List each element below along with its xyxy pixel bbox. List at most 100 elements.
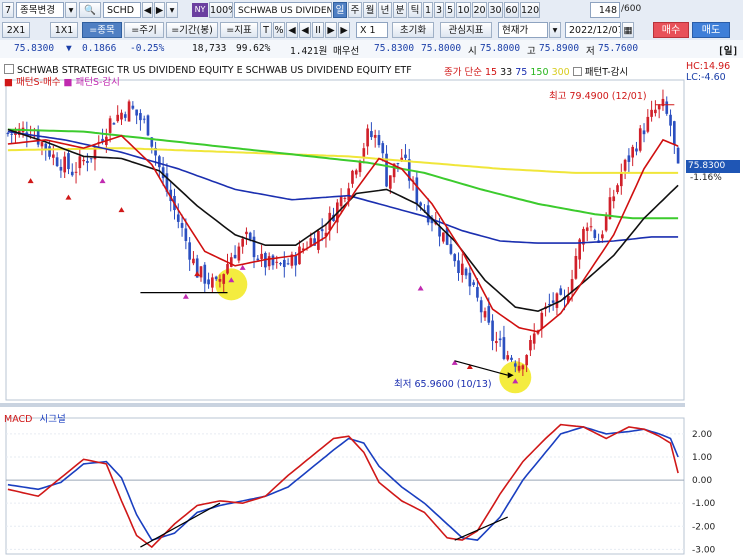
candle-body — [468, 272, 472, 287]
multiplier-select[interactable]: X 1 — [356, 22, 388, 38]
last-price-badge: 75.8300 — [686, 160, 740, 173]
chart-toolbar: 7 종목변경 ▾ 🔍 SCHD ◀ ▶ ▾ NY 100% SCHWAB US … — [0, 0, 743, 41]
date-input[interactable]: 2022/12/07 — [565, 22, 621, 38]
nav-next-button[interactable]: ▶ — [154, 2, 165, 18]
candle-body — [517, 365, 521, 371]
turnover: 1.421원 — [290, 46, 328, 57]
candle-body — [415, 177, 419, 204]
candle-body — [226, 264, 229, 274]
period-day[interactable]: 일 — [333, 2, 347, 18]
toolbar-row-1: 7 종목변경 ▾ 🔍 SCHD ◀ ▶ ▾ NY 100% SCHWAB US … — [0, 0, 743, 20]
scroll-back-button[interactable]: ◀ — [299, 22, 311, 38]
pause-button[interactable]: II — [312, 22, 324, 38]
sell-button[interactable]: 매도 — [692, 22, 730, 38]
candle-body — [601, 234, 604, 239]
scroll-start-button[interactable]: ◀ — [286, 22, 298, 38]
candle-body — [282, 259, 286, 268]
range-button[interactable]: =기간(봉) — [166, 22, 218, 38]
interest-indicator-button[interactable]: 관심지표 — [440, 22, 492, 38]
down-arrow-icon: ▼ — [66, 43, 72, 54]
macd-plot-frame — [5, 417, 685, 555]
signal-legend-label: 시그널 — [39, 414, 66, 425]
item-button[interactable]: =종목 — [82, 22, 122, 38]
chart-area[interactable]: 79,000078,000077,000076,000075,000074,00… — [0, 58, 743, 556]
ticker-input[interactable]: SCHD — [103, 2, 141, 18]
calendar-icon[interactable]: ▦ — [622, 22, 634, 38]
buy-button[interactable]: 매수 — [653, 22, 689, 38]
candle-body — [654, 109, 657, 114]
period-tick[interactable]: 틱 — [408, 2, 422, 18]
pattern-t-legend: 패턴T-감시 — [584, 67, 629, 78]
period-button[interactable]: =주기 — [124, 22, 164, 38]
candle-body — [267, 256, 271, 267]
search-icon[interactable]: 🔍 — [79, 2, 101, 18]
candle-body — [506, 355, 510, 360]
dropdown-icon[interactable]: ▾ — [65, 2, 77, 18]
high-label: 고 — [527, 46, 536, 57]
period-minute[interactable]: 분 — [393, 2, 407, 18]
period-year[interactable]: 년 — [378, 2, 392, 18]
candle-body — [86, 161, 89, 163]
candle-body — [559, 288, 563, 295]
layout-1x1-button[interactable]: 1X1 — [50, 22, 78, 38]
scroll-end-button[interactable]: ▶ — [338, 22, 350, 38]
price-change-pct: -0.25% — [130, 43, 165, 54]
reset-button[interactable]: 초기화 — [392, 22, 434, 38]
bid-price: 75.8300 — [374, 43, 415, 54]
volume: 18,733 — [192, 43, 227, 54]
open-price: 75.8000 — [480, 43, 521, 54]
pane-splitter[interactable] — [0, 403, 685, 407]
scroll-forward-button[interactable]: ▶ — [325, 22, 337, 38]
minute-120[interactable]: 120 — [520, 2, 540, 18]
percent-tool-button[interactable]: % — [273, 22, 285, 38]
pattern-s-watch-legend: 패턴S-감시 — [75, 77, 120, 88]
candle-body — [52, 154, 55, 158]
minute-30[interactable]: 30 — [488, 2, 503, 18]
candle-body — [498, 338, 502, 341]
candle-body — [646, 116, 650, 132]
candle-body — [252, 236, 256, 258]
candle-body — [142, 118, 146, 120]
minute-1[interactable]: 1 — [423, 2, 433, 18]
chevron-down-icon[interactable]: ▾ — [549, 22, 561, 38]
candle-body — [339, 195, 343, 207]
checkbox-icon[interactable] — [4, 64, 14, 74]
layout-2x1-button[interactable]: 2X1 — [2, 22, 30, 38]
candle-body — [627, 155, 631, 162]
candle-body — [241, 238, 244, 247]
candle-body — [370, 131, 373, 138]
bar-count-input[interactable]: 148 — [590, 2, 620, 18]
price-type-select[interactable]: 현재가 — [498, 22, 548, 38]
candle-body — [55, 157, 59, 167]
candle-body — [286, 263, 290, 265]
pattern-s-legend[interactable]: ■ 패턴S-매수 ■ 패턴S-감시 — [4, 74, 120, 88]
minute-60[interactable]: 60 — [504, 2, 519, 18]
price-and-macd-chart[interactable]: 79,000078,000077,000076,000075,000074,00… — [0, 58, 743, 556]
period-week[interactable]: 주 — [348, 2, 362, 18]
minute-5[interactable]: 5 — [445, 2, 455, 18]
minute-10[interactable]: 10 — [456, 2, 471, 18]
ma75-legend: 75 — [515, 67, 528, 78]
period-month[interactable]: 월 — [363, 2, 377, 18]
nav-prev-button[interactable]: ◀ — [142, 2, 153, 18]
dropdown-icon[interactable]: ▾ — [166, 2, 178, 18]
candle-body — [207, 279, 210, 285]
ma15-legend: 15 — [485, 67, 498, 78]
text-tool-button[interactable]: T — [260, 22, 272, 38]
candle-body — [10, 133, 14, 135]
checkbox-icon[interactable] — [572, 67, 582, 76]
minute-3[interactable]: 3 — [434, 2, 444, 18]
minute-20[interactable]: 20 — [472, 2, 487, 18]
candle-body — [135, 109, 138, 116]
zoom-level[interactable]: 100% — [209, 2, 233, 18]
candle-body — [78, 156, 82, 169]
candle-body — [67, 153, 70, 170]
code-change-field[interactable]: 종목변경 — [16, 2, 64, 18]
code-icon[interactable]: 7 — [2, 2, 14, 18]
candle-body — [188, 242, 191, 260]
hc-value: HC:14.96 — [686, 61, 731, 72]
candle-body — [642, 130, 646, 135]
ma-legend[interactable]: 종가 단순 15 33 75 150 300 패턴T-감시 — [444, 64, 628, 78]
low-label: 저 — [586, 46, 595, 57]
indicator-button[interactable]: =지표 — [220, 22, 258, 38]
